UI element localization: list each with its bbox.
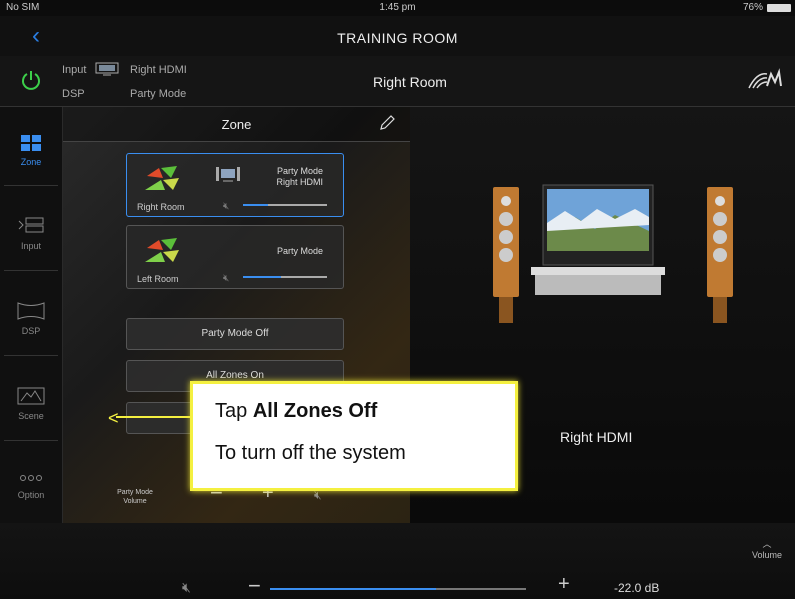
master-volume-fill <box>270 588 437 590</box>
zone-title: Zone <box>221 117 252 132</box>
volume-down-button[interactable]: − <box>248 573 261 599</box>
sidebar-item-label: Option <box>17 490 45 500</box>
musiccast-zone-icon <box>145 238 179 262</box>
clock: 1:45 pm <box>379 2 416 13</box>
party-mode-volume-label: Party Mode Volume <box>117 489 153 505</box>
zone-icon <box>21 135 41 151</box>
zone-mode: Party Mode <box>276 246 323 256</box>
chevron-up-icon: ︿ <box>762 539 772 549</box>
mute-icon[interactable]: 🔇︎ <box>223 273 229 284</box>
current-input-name: Right HDMI <box>560 429 633 445</box>
zone-card-right-room[interactable]: Party Mode Right HDMI Right Room 🔇︎ <box>126 153 344 217</box>
sidebar: Zone Input DSP Scene Option <box>0 107 63 523</box>
zone-volume-fill <box>243 204 269 206</box>
battery-text: 76% <box>742 2 763 13</box>
edit-icon[interactable] <box>378 114 396 132</box>
zone-volume-slider[interactable] <box>243 276 327 278</box>
zone-header: Input Right HDMI DSP Party Mode Right Ro… <box>0 56 795 107</box>
arrow-left-icon: < <box>108 408 119 428</box>
status-bar: No SIM 1:45 pm 76% <box>0 0 795 16</box>
sidebar-item-input[interactable]: Input <box>0 187 62 267</box>
musiccast-logo-icon <box>748 68 782 89</box>
tv-input-icon <box>216 167 240 182</box>
sidebar-item-label: Zone <box>20 157 42 167</box>
mute-icon[interactable]: 🔇︎ <box>223 201 229 212</box>
battery-icon <box>767 4 791 12</box>
volume-expand-button[interactable]: ︿ Volume <box>747 537 787 560</box>
master-volume-bar: ︿ Volume 🔇︎ − + -22.0 dB <box>0 523 795 599</box>
divider <box>4 270 58 271</box>
zone-name: Left Room <box>137 274 179 284</box>
divider <box>4 185 58 186</box>
input-icon <box>18 217 44 233</box>
all-zones-off-button[interactable] <box>126 402 198 434</box>
zone-volume-fill <box>243 276 281 278</box>
room-name: Right Room <box>373 74 447 90</box>
volume-label: Volume <box>751 550 783 560</box>
divider <box>4 355 58 356</box>
zone-card-left-room[interactable]: Party Mode Left Room 🔇︎ <box>126 225 344 289</box>
master-mute-icon[interactable]: 🔇︎ <box>182 579 191 596</box>
dsp-icon <box>17 302 45 320</box>
zone-input: Right HDMI <box>276 177 323 187</box>
zone-volume-slider[interactable] <box>243 204 327 206</box>
zone-panel-header: Zone <box>63 107 410 142</box>
page-title: TRAINING ROOM <box>337 30 458 46</box>
sidebar-item-dsp[interactable]: DSP <box>0 272 62 352</box>
callout-line-2: To turn off the system <box>215 442 406 464</box>
volume-up-button[interactable]: + <box>558 573 570 596</box>
sidebar-item-label: Input <box>20 241 42 251</box>
sidebar-item-label: DSP <box>21 326 41 336</box>
more-icon <box>20 475 42 481</box>
callout-line-1: Tap All Zones Off <box>215 400 378 422</box>
scene-icon <box>17 387 45 405</box>
title-bar: ‹ TRAINING ROOM <box>0 16 795 56</box>
musiccast-zone-icon <box>145 166 179 190</box>
zone-mode: Party Mode <box>276 166 323 176</box>
master-volume-slider[interactable] <box>270 588 526 590</box>
sidebar-item-zone[interactable]: Zone <box>0 107 62 187</box>
volume-db-readout: -22.0 dB <box>614 581 660 595</box>
divider <box>4 440 58 441</box>
sidebar-item-label: Scene <box>18 411 44 421</box>
tv-speakers-icon <box>493 184 733 323</box>
party-mode-off-button[interactable]: Party Mode Off <box>126 318 344 350</box>
callout-arrow <box>116 416 190 418</box>
sidebar-item-scene[interactable]: Scene <box>0 357 62 437</box>
sidebar-item-option[interactable]: Option <box>0 442 62 522</box>
instruction-callout: Tap All Zones Off To turn off the system <box>190 381 518 491</box>
zone-name: Right Room <box>137 202 185 212</box>
